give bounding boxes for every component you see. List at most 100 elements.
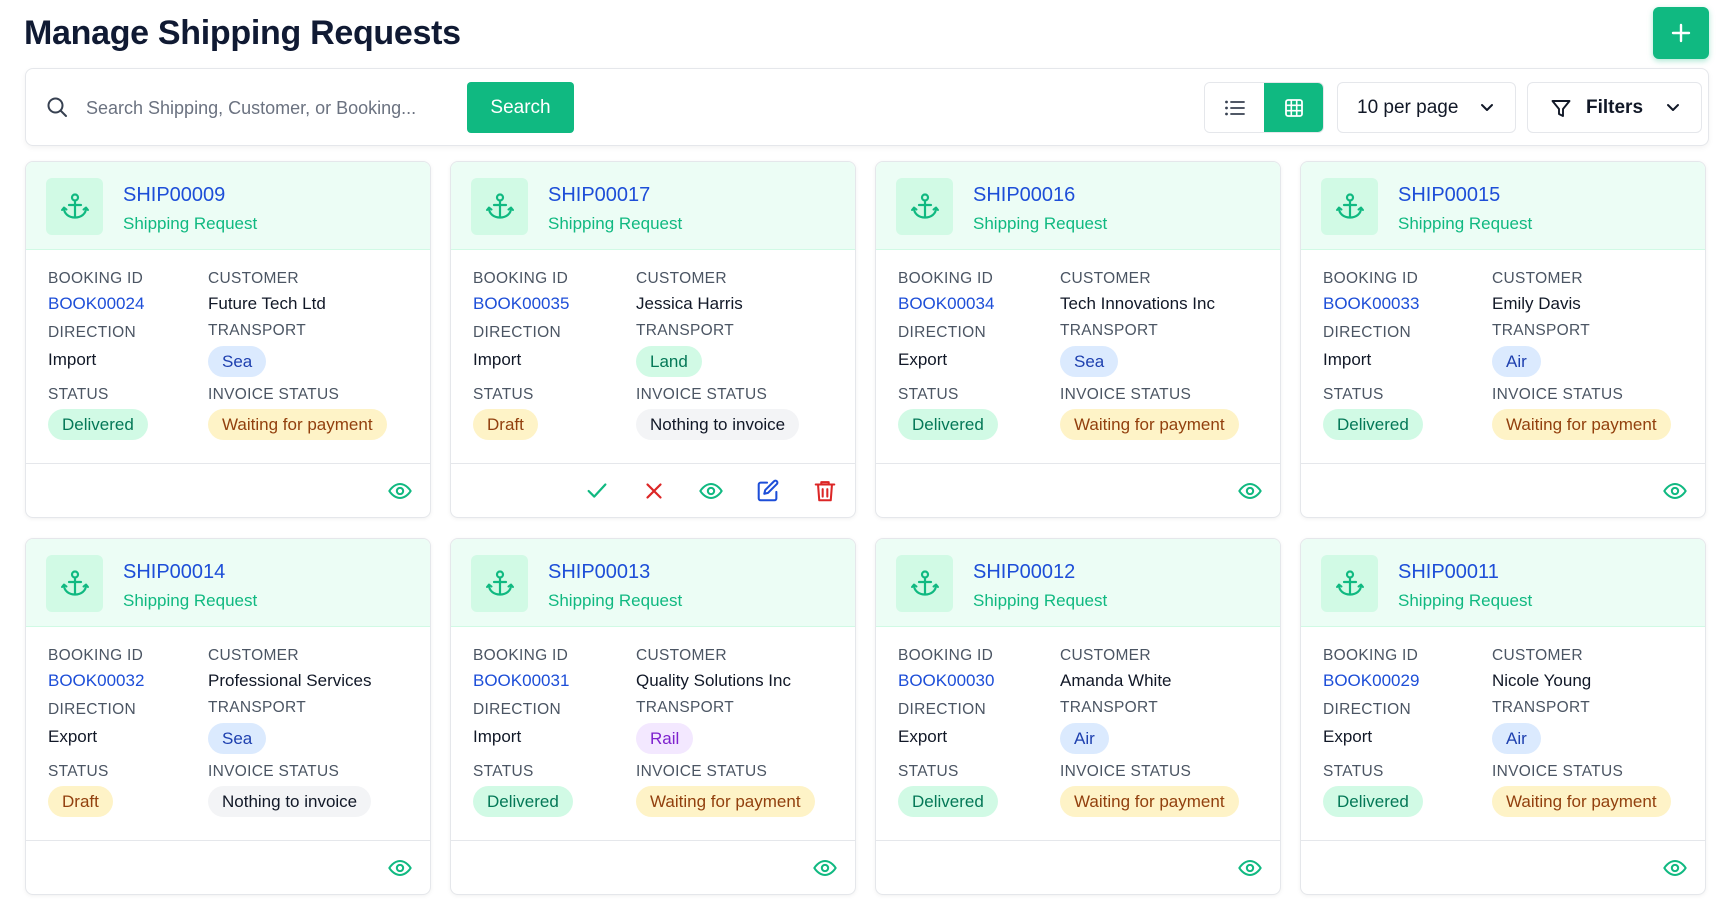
card-header: SHIP00011 Shipping Request	[1301, 539, 1705, 627]
customer-value: Professional Services	[208, 671, 372, 690]
view-button[interactable]	[697, 477, 725, 505]
view-button[interactable]	[1661, 477, 1689, 505]
direction-value: Export	[898, 727, 948, 746]
list-icon	[1224, 100, 1245, 115]
customer-label: CUSTOMER	[208, 270, 299, 287]
anchor-icon	[60, 192, 89, 219]
status-badge: Delivered	[48, 409, 148, 440]
view-button[interactable]	[1661, 854, 1689, 882]
booking-id-link[interactable]: BOOK00029	[1323, 671, 1419, 691]
card-actions	[876, 840, 1280, 894]
customer-value: Tech Innovations Inc	[1060, 294, 1215, 313]
card-actions	[1301, 840, 1705, 894]
booking-id-link[interactable]: BOOK00031	[473, 671, 569, 691]
view-button[interactable]	[386, 854, 414, 882]
shipping-id-link[interactable]: SHIP00016	[973, 184, 1075, 207]
booking-id-link[interactable]: BOOK00030	[898, 671, 994, 691]
eye-icon	[1238, 483, 1262, 499]
eye-icon	[388, 483, 412, 499]
anchor-icon-box	[46, 178, 103, 235]
shipping-request-card: SHIP00016 Shipping Request BOOKING ID BOOK0…	[875, 161, 1281, 518]
anchor-icon	[60, 569, 89, 596]
approve-button[interactable]	[583, 477, 611, 505]
edit-button[interactable]	[754, 477, 782, 505]
shipping-id-link[interactable]: SHIP00012	[973, 561, 1075, 584]
transport-badge: Rail	[636, 723, 694, 754]
delete-button[interactable]	[811, 477, 839, 505]
booking-id-link[interactable]: BOOK00035	[473, 294, 569, 314]
view-button[interactable]	[1236, 477, 1264, 505]
direction-value: Export	[1323, 727, 1373, 746]
search-input[interactable]	[86, 85, 466, 131]
card-header: SHIP00013 Shipping Request	[451, 539, 855, 627]
booking-id-label: BOOKING ID	[1323, 647, 1419, 664]
card-actions	[451, 463, 855, 517]
transport-badge: Air	[1060, 723, 1109, 754]
booking-id-link[interactable]: BOOK00032	[48, 671, 144, 691]
booking-id-link[interactable]: BOOK00034	[898, 294, 994, 314]
invoice-status-label: INVOICE STATUS	[1492, 763, 1624, 780]
add-shipping-request-button[interactable]	[1653, 7, 1709, 59]
anchor-icon-box	[471, 555, 528, 612]
invoice-status-label: INVOICE STATUS	[1060, 763, 1192, 780]
booking-id-link[interactable]: BOOK00024	[48, 294, 144, 314]
invoice-status-badge: Nothing to invoice	[636, 409, 800, 440]
transport-label: TRANSPORT	[1060, 322, 1159, 339]
filters-button[interactable]: Filters	[1527, 82, 1702, 133]
anchor-icon	[910, 569, 939, 596]
shipping-request-card: SHIP00017 Shipping Request BOOKING ID BOOK0…	[450, 161, 856, 518]
booking-id-link[interactable]: BOOK00033	[1323, 294, 1419, 314]
page-title: Manage Shipping Requests	[24, 14, 461, 52]
card-actions	[26, 463, 430, 517]
close-icon	[646, 483, 662, 499]
view-button[interactable]	[811, 854, 839, 882]
transport-label: TRANSPORT	[636, 699, 735, 716]
shipping-type: Shipping Request	[973, 214, 1108, 233]
direction-value: Export	[898, 350, 948, 369]
booking-id-label: BOOKING ID	[473, 647, 569, 664]
shipping-type: Shipping Request	[123, 214, 258, 233]
transport-badge: Air	[1492, 723, 1541, 754]
view-button[interactable]	[386, 477, 414, 505]
customer-value: Nicole Young	[1492, 671, 1592, 690]
shipping-request-card: SHIP00014 Shipping Request BOOKING ID BOOK0…	[25, 538, 431, 895]
shipping-id-link[interactable]: SHIP00011	[1398, 561, 1499, 584]
customer-value: Future Tech Ltd	[208, 294, 326, 313]
chevron-down-icon	[1667, 104, 1679, 111]
anchor-icon	[1335, 192, 1364, 219]
per-page-select[interactable]: 10 per page	[1337, 82, 1516, 133]
search-icon	[47, 97, 67, 117]
status-badge: Draft	[48, 786, 113, 817]
transport-label: TRANSPORT	[208, 699, 307, 716]
customer-label: CUSTOMER	[208, 647, 299, 664]
direction-value: Import	[1323, 350, 1372, 369]
view-button[interactable]	[1236, 854, 1264, 882]
booking-id-label: BOOKING ID	[48, 270, 144, 287]
anchor-icon-box	[896, 555, 953, 612]
status-label: STATUS	[898, 386, 959, 403]
card-actions	[26, 840, 430, 894]
transport-badge: Sea	[1060, 346, 1119, 377]
eye-icon	[1663, 860, 1687, 876]
search-button[interactable]: Search	[467, 82, 574, 133]
grid-view-button[interactable]	[1264, 83, 1323, 132]
direction-value: Import	[473, 350, 522, 369]
shipping-id-link[interactable]: SHIP00013	[548, 561, 650, 584]
shipping-id-link[interactable]: SHIP00015	[1398, 184, 1500, 207]
reject-button[interactable]	[640, 477, 668, 505]
booking-id-label: BOOKING ID	[898, 270, 994, 287]
status-label: STATUS	[473, 763, 534, 780]
direction-value: Export	[48, 727, 98, 746]
direction-label: DIRECTION	[48, 701, 136, 718]
shipping-id-link[interactable]: SHIP00014	[123, 561, 225, 584]
transport-badge: Sea	[208, 346, 267, 377]
plus-icon	[1671, 23, 1691, 43]
status-badge: Delivered	[473, 786, 573, 817]
shipping-id-link[interactable]: SHIP00017	[548, 184, 650, 207]
invoice-status-label: INVOICE STATUS	[208, 763, 340, 780]
invoice-status-label: INVOICE STATUS	[636, 763, 768, 780]
anchor-icon	[1335, 569, 1364, 596]
shipping-id-link[interactable]: SHIP00009	[123, 184, 225, 207]
list-view-button[interactable]	[1205, 83, 1264, 132]
transport-label: TRANSPORT	[208, 322, 307, 339]
